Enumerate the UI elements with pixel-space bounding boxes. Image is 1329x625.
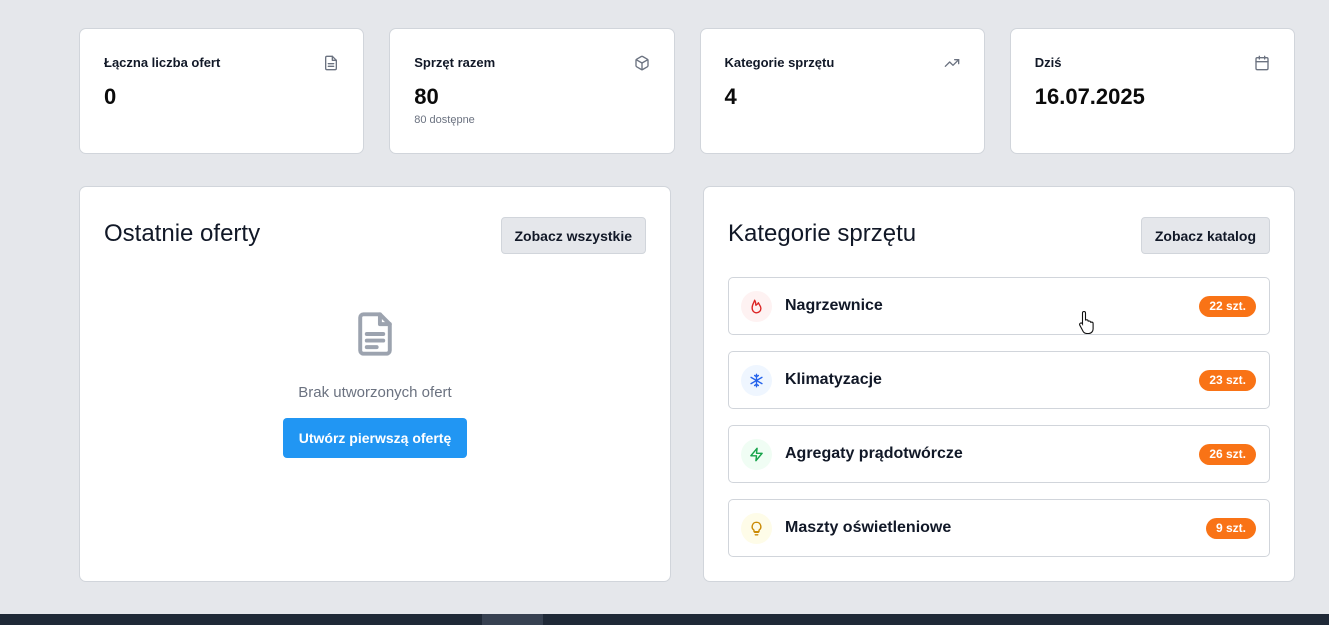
lightbulb-icon: [751, 521, 762, 535]
category-label: Agregaty prądotwórcze: [785, 445, 963, 462]
count-badge: 23 szt.: [1199, 370, 1256, 391]
stat-sub: 80 dostępne: [414, 114, 475, 126]
stat-value: 4: [724, 84, 737, 109]
see-catalog-button[interactable]: Zobacz katalog: [1140, 217, 1270, 254]
empty-text: Brak utworzonych ofert: [298, 384, 452, 401]
stat-card-today: Dziś 16.07.2025: [1009, 28, 1295, 154]
snowflake-icon: [750, 373, 763, 387]
trending-up-icon: [944, 59, 960, 67]
stats-row: Łączna liczba ofert 0 Sprzęt razem 80 80…: [79, 28, 1295, 154]
stat-value: 0: [104, 84, 117, 109]
flame-icon: [751, 299, 762, 313]
count-badge: 22 szt.: [1199, 296, 1256, 317]
recent-offers-panel: Ostatnie oferty Zobacz wszystkie Brak ut…: [79, 186, 671, 582]
box-icon: [634, 55, 649, 71]
stat-card-offers: Łączna liczba ofert 0: [79, 28, 365, 154]
count-badge: 9 szt.: [1205, 518, 1256, 539]
stat-title: Kategorie sprzętu: [724, 55, 835, 70]
see-all-button[interactable]: Zobacz wszystkie: [500, 217, 646, 254]
create-offer-button[interactable]: Utwórz pierwszą ofertę: [282, 418, 468, 458]
taskbar: [0, 614, 1329, 625]
category-item-nagrzewnice[interactable]: Nagrzewnice 22 szt.: [728, 277, 1270, 335]
taskbar-active-item[interactable]: [482, 614, 543, 625]
document-icon: [325, 55, 338, 71]
stat-title: Łączna liczba ofert: [104, 55, 221, 70]
panel-title: Ostatnie oferty: [104, 220, 261, 247]
category-icon-wrap: [741, 438, 772, 470]
stat-card-equipment: Sprzęt razem 80 80 dostępne: [389, 28, 675, 154]
category-list: Nagrzewnice 22 szt. Klimatyzacje 23 szt.…: [728, 277, 1270, 573]
category-label: Nagrzewnice: [785, 297, 883, 314]
category-label: Maszty oświetleniowe: [785, 519, 952, 536]
stat-title: Dziś: [1034, 55, 1062, 70]
document-icon: [358, 312, 392, 356]
category-icon-wrap: [741, 512, 772, 544]
panel-title: Kategorie sprzętu: [728, 220, 917, 247]
calendar-icon: [1255, 55, 1269, 71]
category-item-agregaty[interactable]: Agregaty prądotwórcze 26 szt.: [728, 425, 1270, 483]
lightning-icon: [750, 447, 763, 461]
stat-card-categories: Kategorie sprzętu 4: [699, 28, 985, 154]
categories-panel: Kategorie sprzętu Zobacz katalog Nagrzew…: [703, 186, 1295, 582]
category-icon-wrap: [741, 290, 772, 322]
category-label: Klimatyzacje: [785, 371, 882, 388]
stat-title: Sprzęt razem: [414, 55, 496, 70]
category-item-klimatyzacje[interactable]: Klimatyzacje 23 szt.: [728, 351, 1270, 409]
count-badge: 26 szt.: [1199, 444, 1256, 465]
empty-state: Brak utworzonych ofert Utwórz pierwszą o…: [80, 311, 670, 458]
hand-cursor-icon: [1079, 310, 1094, 334]
category-icon-wrap: [741, 364, 772, 396]
category-item-maszty[interactable]: Maszty oświetleniowe 9 szt.: [728, 499, 1270, 557]
stat-value: 80: [414, 84, 439, 109]
stat-value: 16.07.2025: [1034, 84, 1145, 109]
